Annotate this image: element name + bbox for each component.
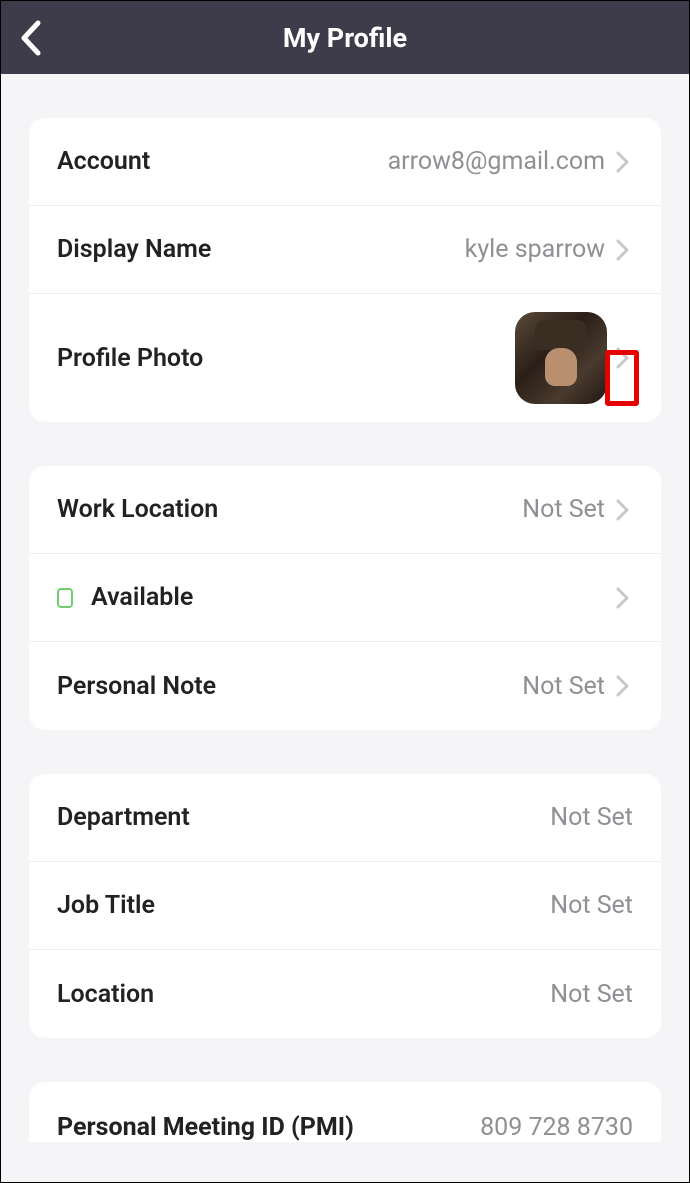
chevron-right-icon <box>613 588 633 608</box>
chevron-right-icon <box>613 152 633 172</box>
value-work-location: Not Set <box>218 495 613 524</box>
chevron-right-icon <box>613 348 633 368</box>
section-account: Account arrow8@gmail.com Display Name ky… <box>29 118 661 422</box>
label-display-name: Display Name <box>57 235 211 264</box>
section-meeting: Personal Meeting ID (PMI) 809 728 8730 <box>29 1082 661 1142</box>
row-work-location[interactable]: Work Location Not Set <box>29 466 661 554</box>
value-location: Not Set <box>154 980 633 1009</box>
back-button[interactable] <box>11 18 51 58</box>
row-presence-status[interactable]: Available <box>29 554 661 642</box>
page-title: My Profile <box>1 22 689 54</box>
label-personal-note: Personal Note <box>57 672 216 701</box>
section-work-info: Department Not Set Job Title Not Set Loc… <box>29 774 661 1038</box>
row-location[interactable]: Location Not Set <box>29 950 661 1038</box>
row-job-title[interactable]: Job Title Not Set <box>29 862 661 950</box>
chevron-right-icon <box>613 676 633 696</box>
row-department[interactable]: Department Not Set <box>29 774 661 862</box>
section-status: Work Location Not Set Available Personal… <box>29 466 661 730</box>
row-account[interactable]: Account arrow8@gmail.com <box>29 118 661 206</box>
avatar <box>515 312 607 404</box>
label-pmi: Personal Meeting ID (PMI) <box>57 1113 354 1142</box>
header: My Profile <box>1 1 689 74</box>
label-location: Location <box>57 980 154 1009</box>
value-pmi: 809 728 8730 <box>354 1113 633 1142</box>
label-account: Account <box>57 147 150 176</box>
row-display-name[interactable]: Display Name kyle sparrow <box>29 206 661 294</box>
value-job-title: Not Set <box>155 891 633 920</box>
chevron-right-icon <box>613 240 633 260</box>
content-area: Account arrow8@gmail.com Display Name ky… <box>1 74 689 1142</box>
label-job-title: Job Title <box>57 891 155 920</box>
row-profile-photo[interactable]: Profile Photo <box>29 294 661 422</box>
back-chevron-icon <box>20 20 42 56</box>
value-department: Not Set <box>190 803 633 832</box>
label-department: Department <box>57 803 190 832</box>
value-personal-note: Not Set <box>216 672 613 701</box>
row-personal-note[interactable]: Personal Note Not Set <box>29 642 661 730</box>
label-work-location: Work Location <box>57 495 218 524</box>
row-pmi[interactable]: Personal Meeting ID (PMI) 809 728 8730 <box>29 1082 661 1142</box>
available-status-icon <box>57 588 73 608</box>
value-account: arrow8@gmail.com <box>150 147 613 176</box>
label-presence: Available <box>91 583 193 612</box>
value-display-name: kyle sparrow <box>211 235 613 264</box>
label-profile-photo: Profile Photo <box>57 344 203 373</box>
chevron-right-icon <box>613 500 633 520</box>
